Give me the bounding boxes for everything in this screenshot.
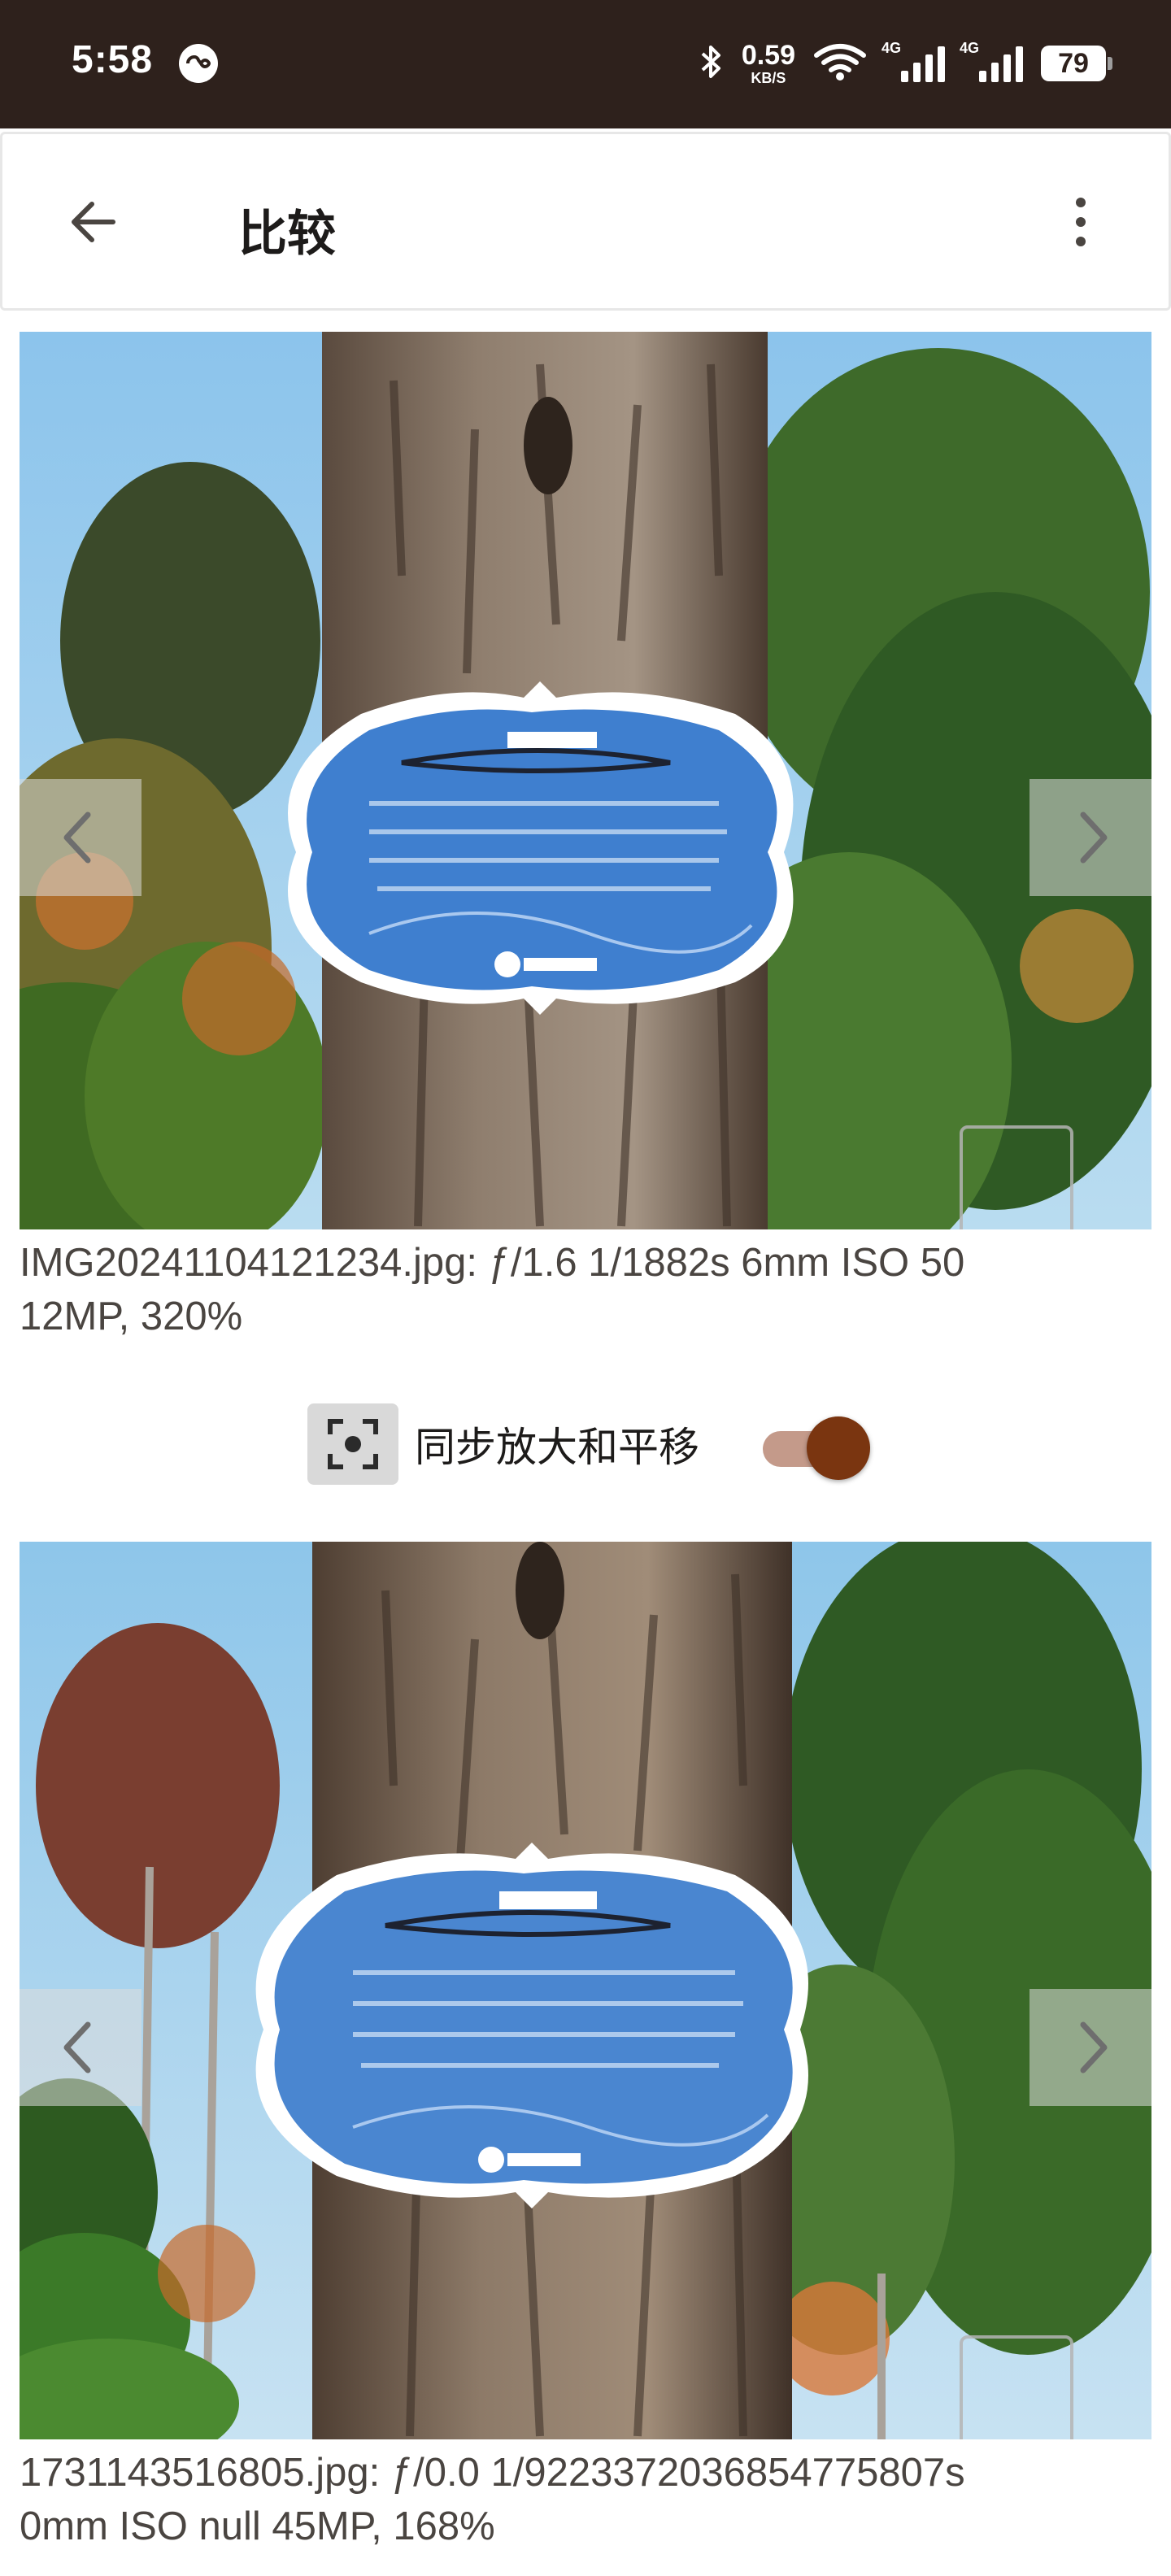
status-bar: 5:58 0.59 KB/S 4G 4G 79 <box>0 0 1171 128</box>
back-button[interactable] <box>54 183 133 261</box>
page-title: 比较 <box>238 206 336 263</box>
top-image-info-line2: 12MP, 320% <box>20 1295 243 1338</box>
chevron-right-icon <box>1080 2021 1108 2073</box>
battery-level: 79 <box>1058 47 1089 79</box>
signal-4g-icon-2: 4G <box>960 40 1023 82</box>
top-image-info: IMG20241104121234.jpg: ƒ/1.6 1/1882s 6mm… <box>20 1236 1151 1343</box>
chevron-right-icon <box>1080 812 1108 864</box>
signal-4g-icon-1: 4G <box>882 40 945 82</box>
bottom-image-info-line1: 1731143516805.jpg: ƒ/0.0 1/9223372036854… <box>20 2451 965 2495</box>
signal-2-label: 4G <box>960 40 980 56</box>
network-speed-value: 0.59 <box>741 40 795 71</box>
comparison-image-top[interactable] <box>20 332 1151 1229</box>
sync-zoom-label: 同步放大和平移 <box>415 1424 699 1471</box>
tree-sign-photo-top <box>20 332 1151 1229</box>
sync-zoom-row[interactable]: 同步放大和平移 <box>307 1399 870 1490</box>
next-image-button[interactable] <box>1030 779 1151 896</box>
more-vert-icon <box>1076 198 1086 207</box>
app-notification-icon <box>179 44 218 83</box>
sync-zoom-toggle[interactable] <box>763 1413 870 1480</box>
bottom-image-info-line2: 0mm ISO null 45MP, 168% <box>20 2504 495 2548</box>
wifi-icon <box>813 42 867 85</box>
network-speed-unit: KB/S <box>751 70 786 86</box>
previous-image-button[interactable] <box>20 779 141 896</box>
arrow-back-icon <box>72 202 115 242</box>
network-speed: 0.59 KB/S <box>742 41 795 85</box>
signal-1-label: 4G <box>882 40 902 56</box>
top-image-info-line1: IMG20241104121234.jpg: ƒ/1.6 1/1882s 6mm… <box>20 1241 965 1285</box>
status-time: 5:58 <box>72 38 154 81</box>
previous-image-button-bottom[interactable] <box>20 1989 141 2106</box>
comparison-image-bottom[interactable] <box>20 1542 1151 2439</box>
more-options-button[interactable] <box>1042 183 1120 261</box>
zoom-minimap-bottom[interactable] <box>960 2335 1073 2439</box>
tree-sign-photo-bottom <box>20 1542 1151 2439</box>
focus-center-icon <box>307 1403 398 1485</box>
next-image-button-bottom[interactable] <box>1030 1989 1151 2106</box>
bottom-image-info: 1731143516805.jpg: ƒ/0.0 1/9223372036854… <box>20 2446 1151 2553</box>
chevron-left-icon <box>63 2021 91 2073</box>
battery-indicator: 79 <box>1041 46 1112 81</box>
bluetooth-icon <box>699 42 724 85</box>
toggle-thumb <box>807 1416 870 1480</box>
app-bar: 比较 <box>0 132 1171 311</box>
zoom-minimap[interactable] <box>960 1125 1073 1229</box>
chevron-left-icon <box>63 812 91 864</box>
